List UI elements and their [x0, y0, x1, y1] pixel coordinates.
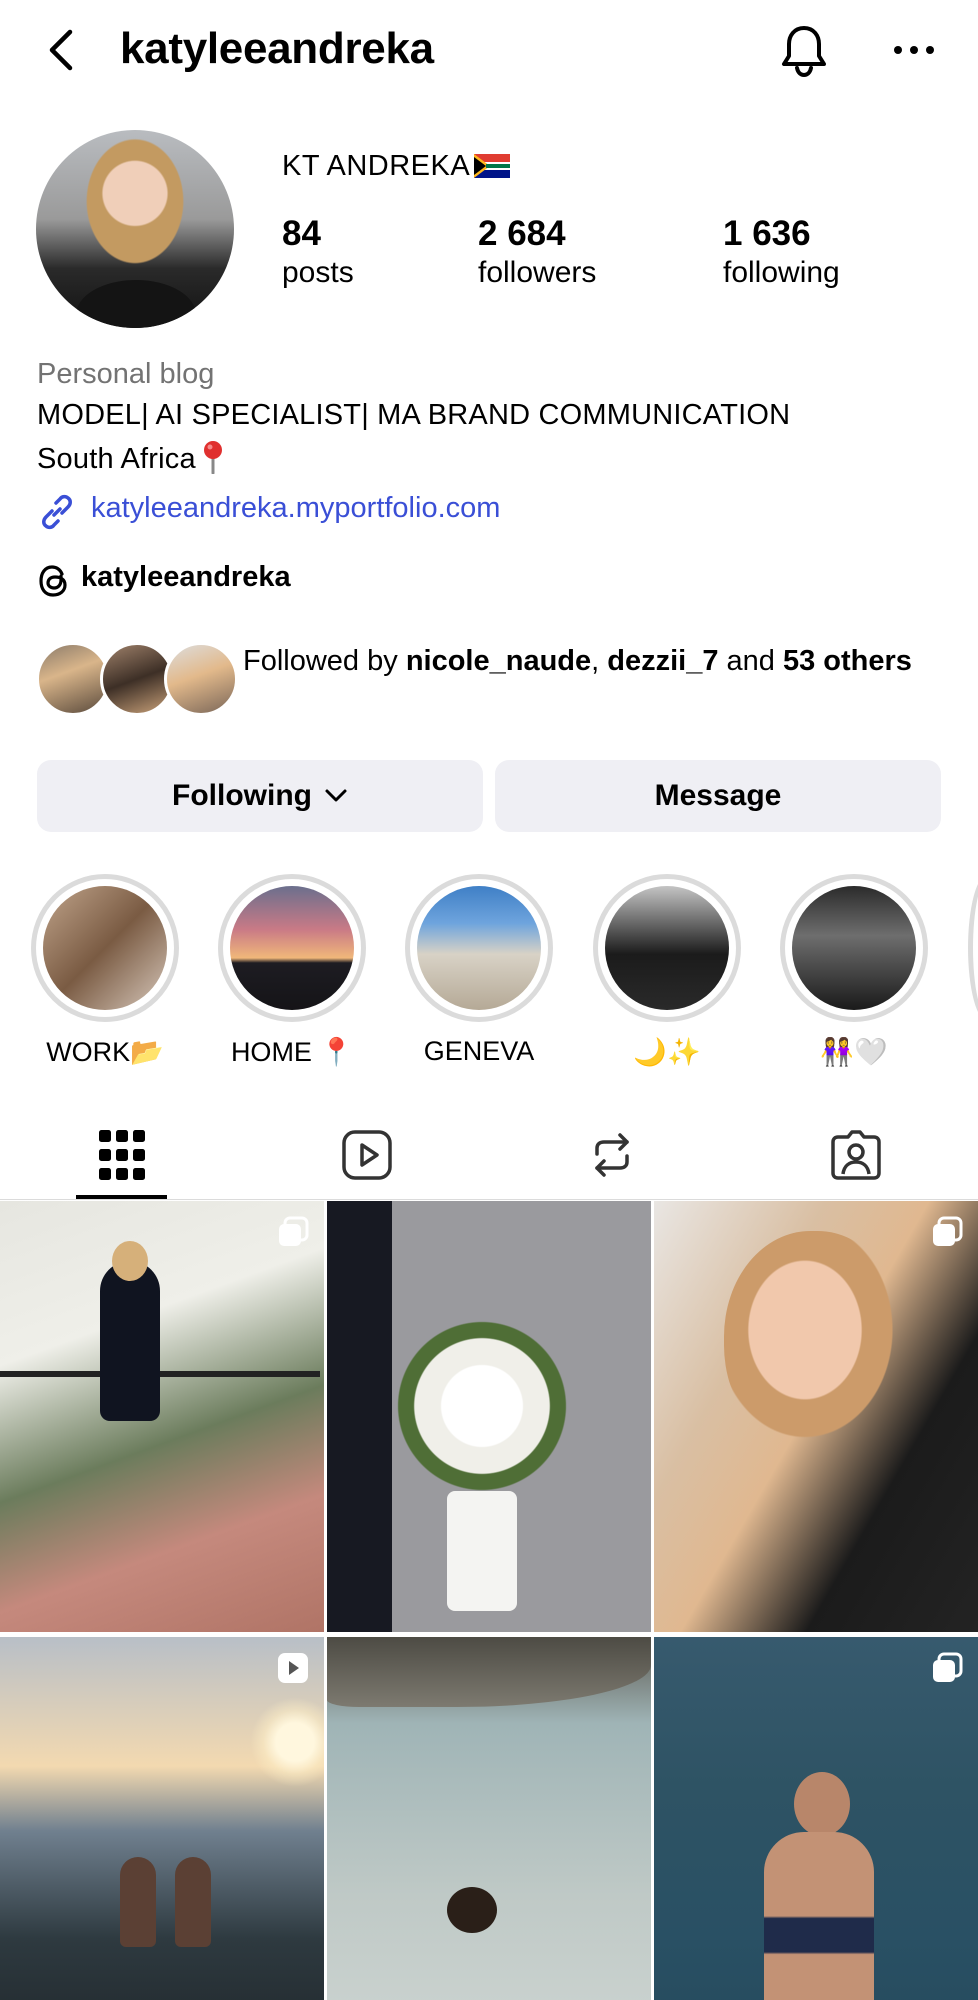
post-tile[interactable] [0, 1201, 324, 1632]
followed-by-text[interactable]: Followed by nicole_naude, dezzii_7 and 5… [243, 641, 943, 682]
display-name: KT ANDREKA [282, 150, 511, 183]
message-button-label: Message [654, 779, 782, 812]
tab-posts-grid[interactable] [77, 1110, 167, 1200]
highlight-cover [417, 886, 541, 1010]
more-options-icon[interactable] [890, 36, 938, 64]
display-name-text: KT ANDREKA [282, 150, 471, 182]
chevron-down-icon [325, 789, 347, 802]
highlight-label: 👭🤍 [820, 1037, 888, 1067]
highlight-label: GENEVA [423, 1036, 535, 1066]
bio-line: MODEL| AI SPECIALIST| MA BRAND COMMUNICA… [37, 399, 791, 431]
reposts-icon [595, 1133, 629, 1177]
posts-count-value: 84 [282, 214, 321, 253]
highlight-ring [31, 874, 179, 1022]
message-button[interactable]: Message [495, 760, 941, 832]
post-tile[interactable] [654, 1637, 978, 2000]
followers-count-value: 2 684 [478, 214, 566, 253]
bio-location-text: South Africa [37, 443, 196, 475]
post-tile[interactable] [654, 1201, 978, 1632]
tab-tagged[interactable] [811, 1110, 901, 1200]
following-button[interactable]: Following [37, 760, 483, 832]
bio-location: South Africa [37, 440, 224, 476]
south-africa-flag-icon [474, 154, 511, 178]
reel-icon [278, 1653, 308, 1683]
post-tile[interactable] [0, 1637, 324, 2000]
grid-icon [99, 1130, 145, 1180]
carousel-icon [279, 1216, 309, 1246]
highlight-ring [780, 874, 928, 1022]
mutual-avatar [164, 642, 238, 716]
highlight-cover [605, 886, 729, 1010]
followers-count[interactable]: 2 684 followers [478, 214, 596, 290]
highlight-ring [218, 874, 366, 1022]
highlight-ring [405, 874, 553, 1022]
bell-icon[interactable] [778, 22, 830, 78]
carousel-icon [933, 1216, 963, 1246]
post-tile[interactable] [327, 1637, 651, 2000]
followers-count-label: followers [478, 256, 597, 289]
tab-reposts[interactable] [567, 1110, 657, 1200]
mutual-username: nicole_naude [405, 645, 592, 677]
highlight-label: 🌙✨ [633, 1037, 701, 1067]
posts-count[interactable]: 84 posts [282, 214, 354, 290]
pin-icon [203, 441, 222, 474]
story-highlight[interactable]: WORK📂 [31, 874, 179, 1068]
highlight-cover [792, 886, 916, 1010]
following-count-label: following [723, 256, 840, 289]
followed-by-prefix: Followed by [243, 645, 406, 677]
profile-category: Personal blog [37, 358, 215, 390]
following-count-value: 1 636 [723, 214, 811, 253]
tab-reels[interactable] [322, 1110, 412, 1200]
profile-avatar[interactable] [36, 130, 234, 328]
story-highlight[interactable]: HOME 📍 [218, 874, 366, 1068]
mutual-avatar [36, 642, 110, 716]
highlight-label: HOME 📍 [230, 1037, 354, 1067]
profile-tabs [0, 1110, 978, 1200]
threads-handle: katyleeandreka [81, 561, 291, 593]
top-bar: katyleeandreka [0, 0, 978, 100]
mutual-avatar [100, 642, 174, 716]
profile-link-text[interactable]: katyleeandreka.myportfolio.com [91, 492, 500, 525]
mutual-others-count: 53 others [782, 645, 912, 677]
posts-count-label: posts [282, 256, 354, 289]
profile-username-title: katyleeandreka [120, 24, 434, 73]
following-button-label: Following [172, 779, 312, 812]
back-arrow-icon[interactable] [44, 26, 80, 74]
highlight-cover [230, 886, 354, 1010]
mutual-followers-avatars[interactable] [36, 642, 238, 716]
following-count[interactable]: 1 636 following [723, 214, 840, 290]
highlight-cover [43, 886, 167, 1010]
post-tile[interactable] [327, 1201, 651, 1632]
link-icon [42, 494, 72, 530]
story-highlight[interactable]: 👭🤍 [780, 874, 928, 1068]
carousel-icon [933, 1652, 963, 1682]
story-highlight[interactable]: GENEVA [405, 874, 553, 1067]
story-highlight[interactable]: 🌙✨ [593, 874, 741, 1068]
followed-by-and: and [718, 645, 783, 677]
threads-icon [39, 565, 67, 597]
highlight-label: WORK📂 [46, 1037, 164, 1067]
highlight-ring [593, 874, 741, 1022]
tagged-icon [831, 1130, 881, 1180]
followed-by-separator: , [591, 645, 608, 677]
mutual-username: dezzii_7 [607, 645, 719, 677]
reels-icon [342, 1130, 392, 1180]
active-tab-indicator [76, 1195, 167, 1199]
story-highlight-partial[interactable] [968, 874, 978, 1022]
